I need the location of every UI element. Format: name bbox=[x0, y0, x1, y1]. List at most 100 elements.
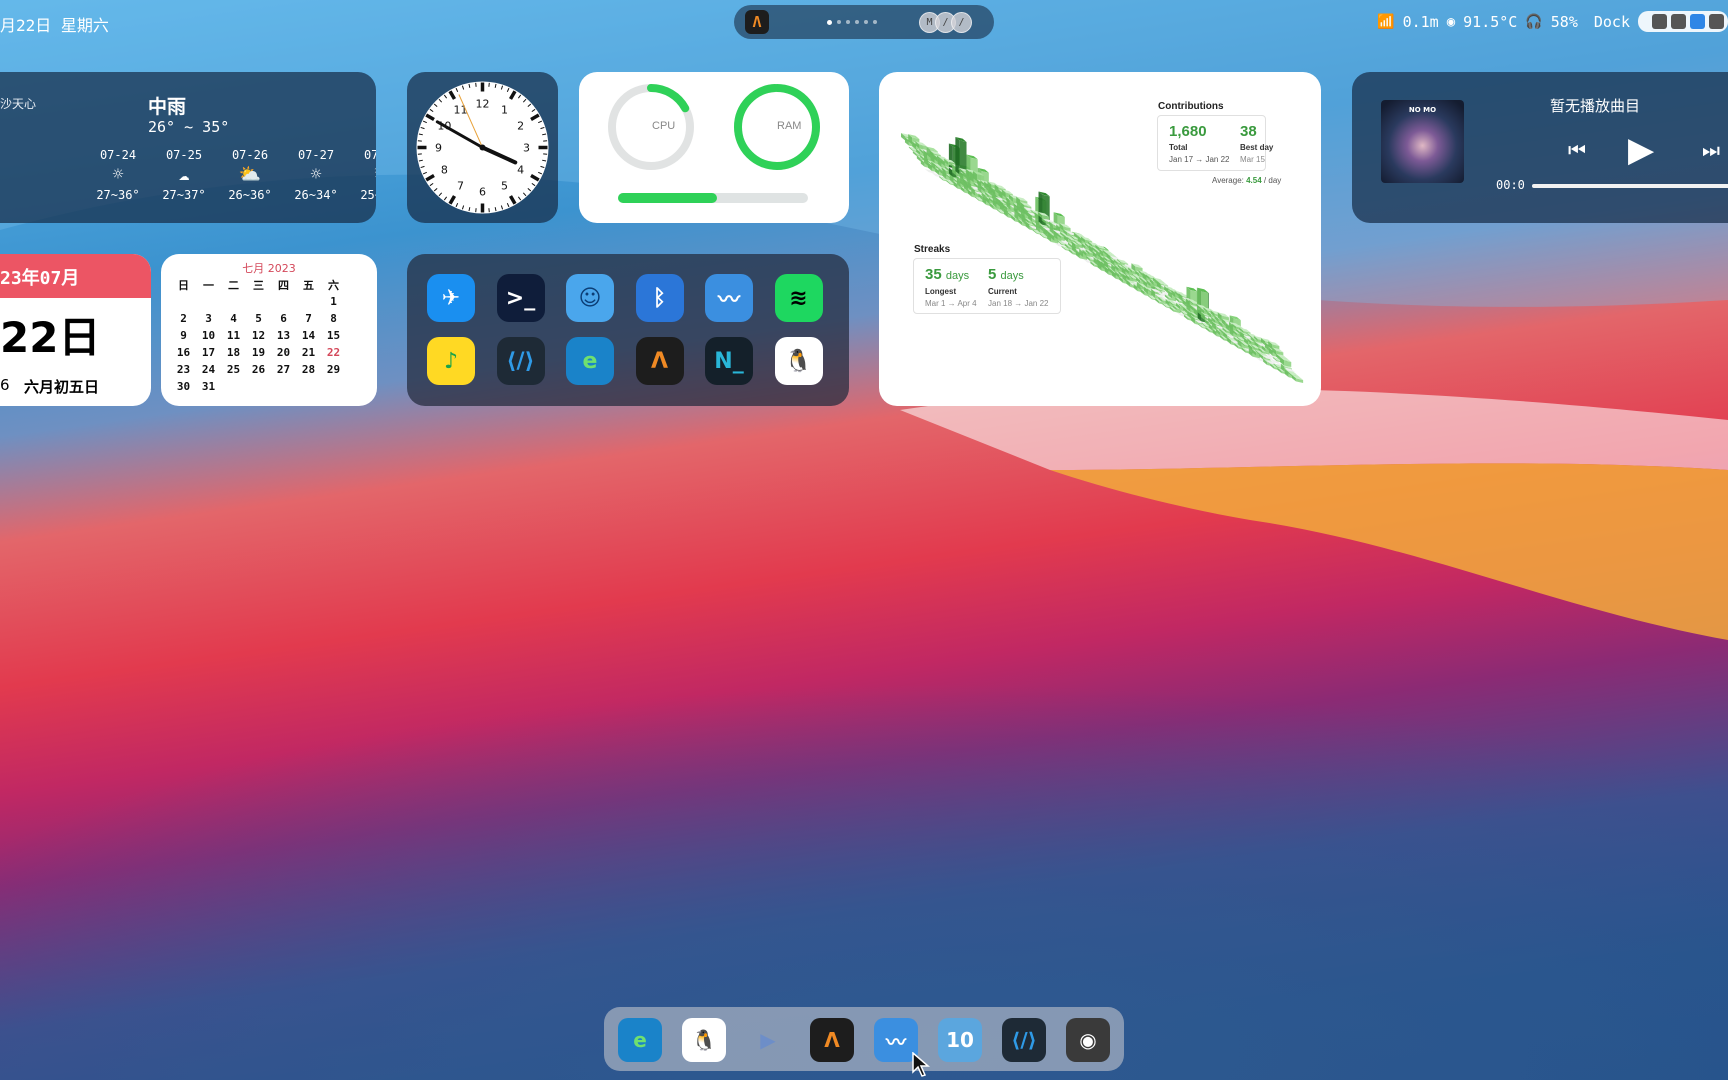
clock-number: 6 bbox=[479, 186, 486, 199]
dynamic-island[interactable]: Λ M / / bbox=[734, 5, 994, 39]
icon-glyph: e bbox=[582, 348, 598, 374]
music-widget[interactable]: NO MO 暂无播放曲目 ⏮ ▶ ⏭ 00:0 bbox=[1352, 72, 1728, 223]
calendar-day bbox=[271, 378, 296, 395]
date-widget[interactable]: 23年07月 22日 6 六月初五日 bbox=[0, 254, 151, 406]
cloud-terminal-icon[interactable]: >_ bbox=[496, 274, 545, 322]
previous-track-icon[interactable]: ⏮ bbox=[1568, 138, 1586, 162]
calendar-day[interactable]: 8 bbox=[321, 310, 346, 327]
calendar-day[interactable]: 17 bbox=[196, 344, 221, 361]
calendar-day[interactable]: 9 bbox=[171, 327, 196, 344]
calendar-day[interactable]: 2 bbox=[171, 310, 196, 327]
calendar-day[interactable]: 30 bbox=[171, 378, 196, 395]
calendar-day[interactable]: 29 bbox=[321, 361, 346, 378]
calendar-day[interactable]: 7 bbox=[296, 310, 321, 327]
current-streak: 5 days bbox=[988, 266, 1024, 283]
net-speed: 0.1m bbox=[1402, 12, 1439, 31]
tray-icon[interactable] bbox=[1690, 14, 1705, 29]
forecast-date: 07-28 bbox=[363, 148, 376, 162]
forecast-day: 07-24 ☼ 27~36° bbox=[88, 148, 148, 202]
icon-glyph: N_ bbox=[714, 348, 744, 374]
calendar-day[interactable]: 12 bbox=[246, 327, 271, 344]
icon-glyph: ᛒ bbox=[652, 285, 667, 311]
weather-widget[interactable]: 沙天心 中雨 26° ~ 35° 3☼6° 07-24 ☼ 27~36° 07-25 ☁ 2… bbox=[0, 72, 376, 223]
calendar-day[interactable]: 26 bbox=[246, 361, 271, 378]
headphones-icon[interactable]: 🎧 bbox=[1525, 14, 1542, 30]
next-track-icon[interactable]: ⏭ bbox=[1702, 138, 1720, 162]
calendar-day[interactable]: 3 bbox=[196, 310, 221, 327]
best-day-label: Best day bbox=[1240, 143, 1274, 152]
calendar-day[interactable]: 18 bbox=[221, 344, 246, 361]
calendar-day[interactable]: 11 bbox=[221, 327, 246, 344]
calendar-day[interactable]: 1 bbox=[321, 293, 346, 310]
calendar-day[interactable]: 22 bbox=[321, 344, 346, 361]
calendar-day[interactable]: 24 bbox=[196, 361, 221, 378]
arc-icon: Λ bbox=[745, 10, 769, 34]
system-monitor-widget[interactable]: CPU RAM bbox=[579, 72, 849, 223]
nterm-icon[interactable]: N_ bbox=[705, 337, 753, 385]
calendar-day[interactable]: 15 bbox=[321, 327, 346, 344]
forecast-day: 07-28 ⛆ 25~32° bbox=[352, 148, 376, 202]
icon-glyph: ♪ bbox=[443, 348, 459, 374]
tray-icon[interactable] bbox=[1671, 14, 1686, 29]
video-player-icon[interactable]: ▶ bbox=[746, 1018, 790, 1062]
qq-icon[interactable]: 🐧 bbox=[774, 337, 823, 385]
usage-bar-fill bbox=[618, 193, 717, 203]
finder-icon[interactable]: ☺ bbox=[566, 274, 614, 322]
obs-icon[interactable]: ◉ bbox=[1066, 1018, 1110, 1062]
arc-icon[interactable]: Λ bbox=[810, 1018, 854, 1062]
calendar-day[interactable]: 28 bbox=[296, 361, 321, 378]
calendar-day[interactable]: 31 bbox=[196, 378, 221, 395]
playback-progress[interactable] bbox=[1532, 184, 1728, 188]
calendar-day[interactable]: 6 bbox=[271, 310, 296, 327]
clock-widget[interactable]: 123456789101112 bbox=[407, 72, 558, 223]
clock-number: 8 bbox=[441, 164, 448, 177]
calendar-day[interactable]: 23 bbox=[171, 361, 196, 378]
forecast-date: 07-26 bbox=[231, 148, 269, 162]
album-cover[interactable]: NO MO bbox=[1381, 100, 1464, 183]
forecast-temp: 26~34° bbox=[294, 188, 338, 202]
calendar-day[interactable]: 13 bbox=[271, 327, 296, 344]
wifi-icon[interactable]: 📶 bbox=[1377, 14, 1394, 30]
menubar-date[interactable]: 月22日 星期六 bbox=[0, 12, 109, 36]
vscode-icon[interactable]: ⟨/⟩ bbox=[1002, 1018, 1046, 1062]
island-avatars: M / / bbox=[919, 12, 972, 33]
win10-vm-icon[interactable]: 10 bbox=[938, 1018, 982, 1062]
tray-icon[interactable] bbox=[1652, 14, 1667, 29]
calendar-day[interactable]: 25 bbox=[221, 361, 246, 378]
arc-icon[interactable]: Λ bbox=[635, 337, 684, 385]
weekday-header: 五 bbox=[303, 278, 314, 292]
calendar-day[interactable]: 21 bbox=[296, 344, 321, 361]
forecast-day: 07-26 ⛅ 26~36° bbox=[220, 148, 280, 202]
icon-glyph: ✈ bbox=[441, 285, 461, 311]
calendar-day[interactable]: 10 bbox=[196, 327, 221, 344]
tray-icon[interactable] bbox=[1709, 14, 1724, 29]
feishu-icon[interactable]: ✈ bbox=[427, 274, 475, 322]
calendar-widget[interactable]: 七月 2023 日一二三四五六 1 2 3 4 5 6 7 8 9 10 11 12 13 14 15 16 17… bbox=[161, 254, 377, 406]
calendar-day[interactable]: 4 bbox=[221, 310, 246, 327]
contributions-widget[interactable]: Contributions 1,680 Total Jan 17 → Jan 2… bbox=[879, 72, 1321, 406]
icon-glyph: 🐧 bbox=[784, 348, 813, 374]
vscode-icon[interactable]: ⟨/⟩ bbox=[496, 337, 545, 385]
forecast-day: 07-25 ☁ 27~37° bbox=[154, 148, 214, 202]
calendar-day[interactable]: 14 bbox=[296, 327, 321, 344]
icon-glyph: Λ bbox=[650, 348, 669, 374]
bluetooth-icon[interactable]: ᛒ bbox=[635, 274, 684, 322]
qq-music-icon[interactable]: ♪ bbox=[427, 337, 475, 385]
calendar-day[interactable]: 27 bbox=[271, 361, 296, 378]
play-icon[interactable]: ▶ bbox=[1628, 130, 1654, 170]
contribution-cell bbox=[1291, 375, 1304, 383]
total-contributions: 1,680 bbox=[1169, 123, 1207, 140]
dock-label[interactable]: Dock bbox=[1594, 13, 1630, 31]
edge-icon[interactable]: e bbox=[566, 337, 614, 385]
calendar-day[interactable]: 5 bbox=[246, 310, 271, 327]
edge-icon[interactable]: e bbox=[618, 1018, 662, 1062]
calendar-day[interactable]: 19 bbox=[246, 344, 271, 361]
activity-monitor-icon[interactable]: 〰 bbox=[705, 274, 753, 322]
qq-icon[interactable]: 🐧 bbox=[682, 1018, 726, 1062]
spotify-icon[interactable]: ≋ bbox=[774, 274, 823, 322]
calendar-day[interactable]: 20 bbox=[271, 344, 296, 361]
weekday-header: 六 bbox=[328, 278, 339, 292]
calendar-day[interactable]: 16 bbox=[171, 344, 196, 361]
menu-tray[interactable] bbox=[1638, 11, 1728, 32]
icon-glyph: 〰 bbox=[886, 1029, 906, 1054]
